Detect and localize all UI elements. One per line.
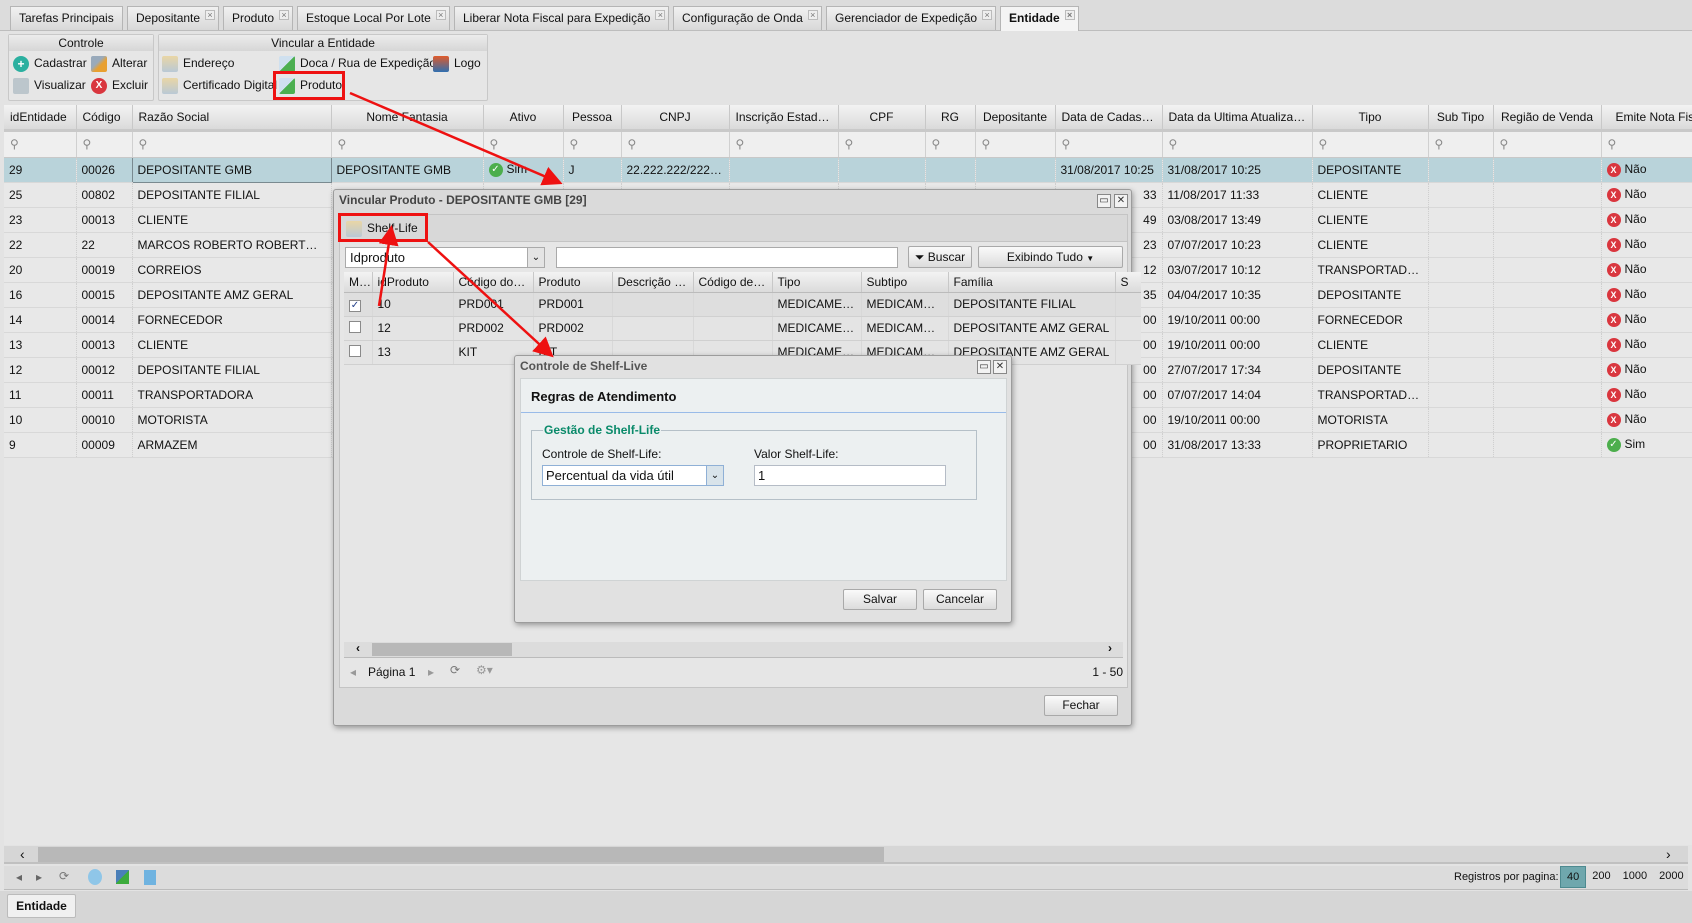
arrow-to-shelf-dialog [427, 241, 554, 358]
arrow-to-dialog [349, 91, 563, 186]
arrow-to-shelf-life [377, 225, 399, 307]
annotation-arrows [349, 91, 563, 358]
